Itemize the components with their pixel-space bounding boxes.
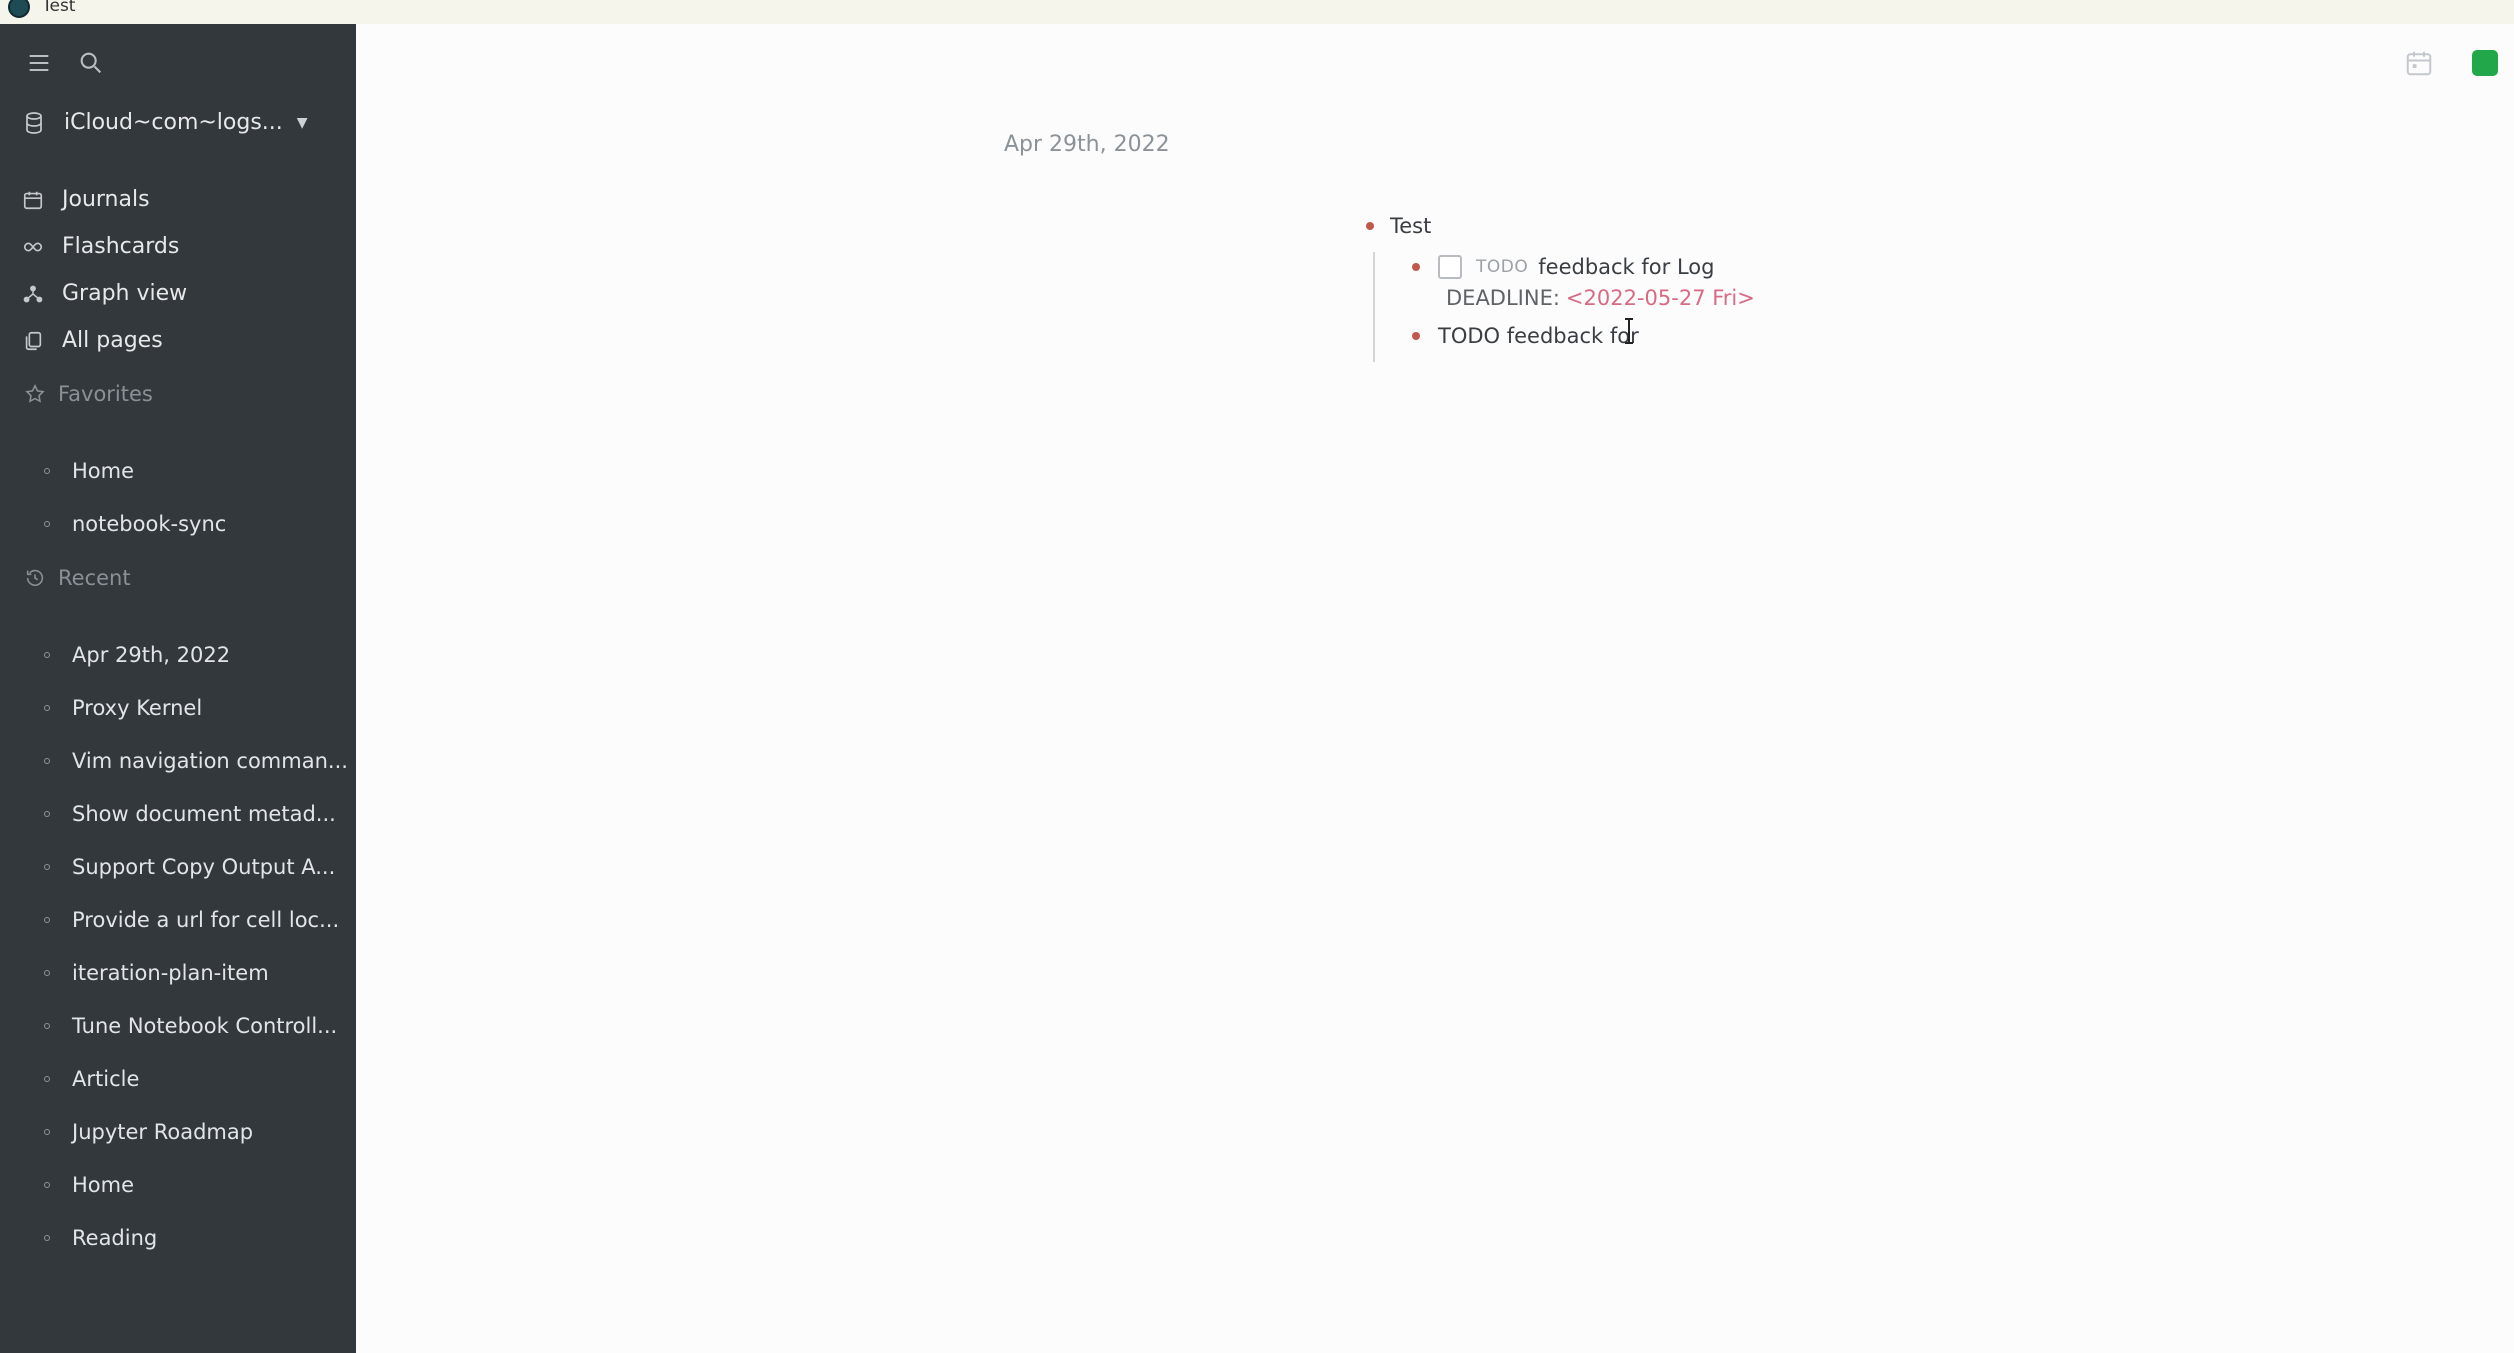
recent-label: Jupyter Roadmap	[72, 1119, 254, 1144]
recent-item[interactable]: Tune Notebook Controll...	[44, 999, 344, 1052]
todo-marker: TODO	[1476, 257, 1529, 277]
deadline-label: DEADLINE:	[1446, 286, 1560, 310]
deadline-line: DEADLINE: <2022-05-27 Fri>	[1446, 286, 1755, 310]
bullet-dot	[44, 810, 50, 817]
bullet-dot	[44, 651, 50, 658]
bullet-dot	[44, 969, 50, 976]
infinity-icon	[23, 242, 43, 251]
bullet-dot	[44, 916, 50, 923]
text-cursor-icon	[1625, 318, 1633, 344]
calendar-icon	[23, 191, 43, 209]
recent-title: Recent	[58, 566, 131, 590]
recent-label: Provide a url for cell loc...	[72, 907, 340, 932]
favorites-header[interactable]: Favorites	[24, 382, 153, 406]
recent-item[interactable]: Support Copy Output A...	[44, 840, 344, 893]
block-children-guide	[1373, 252, 1375, 362]
bullet-dot	[44, 704, 50, 711]
window-title: Test	[42, 0, 76, 16]
pages-icon	[25, 331, 42, 350]
block-text: feedback for Log	[1538, 255, 1715, 279]
recent-item[interactable]: Article	[44, 1052, 344, 1105]
recent-item[interactable]: Provide a url for cell loc...	[44, 893, 344, 946]
sidebar-nav: Journals Flashcards Graph view All pages	[22, 176, 342, 364]
recent-label: Vim navigation comman...	[72, 748, 348, 773]
recent-item[interactable]: Reading	[44, 1211, 344, 1264]
sidebar-item-flashcards[interactable]: Flashcards	[22, 223, 342, 270]
block-editing[interactable]: TODO feedback for	[1412, 324, 1639, 348]
top-right-toolbar	[2404, 48, 2514, 78]
recent-label: iteration-plan-item	[72, 960, 269, 985]
recent-label: Tune Notebook Controll...	[72, 1013, 338, 1038]
sidebar-item-label: Graph view	[62, 281, 188, 306]
recent-item[interactable]: Home	[44, 1158, 344, 1211]
bullet-dot	[44, 757, 50, 764]
bullet-dot	[44, 467, 50, 474]
repo-selector[interactable]: iCloud~com~logs... ▼	[22, 110, 308, 135]
database-icon	[26, 111, 42, 134]
main-content: Apr 29th, 2022 Test TODO feedback for Lo…	[356, 24, 2514, 1353]
recent-item[interactable]: Vim navigation comman...	[44, 734, 348, 787]
bullet-dot	[44, 1075, 50, 1082]
block-bullet[interactable]	[1412, 332, 1420, 340]
recent-item[interactable]: Show document metad...	[44, 787, 344, 840]
recent-item[interactable]: Apr 29th, 2022	[44, 628, 344, 681]
recent-label: Proxy Kernel	[72, 695, 203, 720]
recent-item[interactable]: iteration-plan-item	[44, 946, 344, 999]
sidebar-item-journals[interactable]: Journals	[22, 176, 342, 223]
bullet-dot	[44, 863, 50, 870]
sidebar-item-graph-view[interactable]: Graph view	[22, 270, 342, 317]
graph-icon	[23, 285, 43, 302]
recent-label: Apr 29th, 2022	[72, 642, 231, 667]
window-titlebar: Test	[0, 0, 2514, 24]
star-icon	[25, 383, 45, 403]
deadline-date[interactable]: <2022-05-27 Fri>	[1566, 286, 1755, 310]
repo-name: iCloud~com~logs...	[64, 110, 283, 135]
sidebar-item-label: Journals	[62, 187, 150, 212]
bullet-dot	[44, 520, 50, 527]
page-title[interactable]: Apr 29th, 2022	[1004, 132, 1170, 157]
calendar-icon[interactable]	[2404, 48, 2434, 78]
block-todo[interactable]: TODO feedback for Log	[1412, 255, 1714, 279]
bullet-dot	[44, 1181, 50, 1188]
block-bullet[interactable]	[1366, 222, 1374, 230]
history-icon	[26, 569, 44, 587]
app-logo-icon	[8, 0, 30, 18]
todo-checkbox[interactable]	[1438, 255, 1462, 279]
search-icon[interactable]	[76, 48, 106, 78]
recent-label: Home	[72, 1172, 135, 1197]
sync-status-indicator[interactable]	[2472, 50, 2498, 76]
sidebar-item-label: Flashcards	[62, 234, 180, 259]
sidebar-item-label: All pages	[62, 328, 163, 353]
recent-label: Reading	[72, 1225, 158, 1250]
favorite-label: Home	[72, 458, 135, 483]
favorite-label: notebook-sync	[72, 511, 227, 536]
left-sidebar: iCloud~com~logs... ▼ Journals Flashcards…	[0, 24, 356, 1353]
bullet-dot	[44, 1022, 50, 1029]
block-text: Test	[1390, 214, 1432, 238]
favorite-item[interactable]: notebook-sync	[44, 497, 344, 550]
recent-item[interactable]: Proxy Kernel	[44, 681, 344, 734]
recent-item[interactable]: Jupyter Roadmap	[44, 1105, 344, 1158]
block-parent[interactable]: Test	[1366, 214, 1431, 238]
menu-icon[interactable]	[24, 48, 54, 78]
favorite-item[interactable]: Home	[44, 444, 344, 497]
recent-list: Apr 29th, 2022 Proxy Kernel Vim navigati…	[44, 628, 348, 1264]
bullet-dot	[44, 1234, 50, 1241]
bullet-dot	[44, 1128, 50, 1135]
chevron-down-icon: ▼	[296, 114, 308, 131]
recent-label: Article	[72, 1066, 140, 1091]
block-bullet[interactable]	[1412, 263, 1420, 271]
sidebar-item-all-pages[interactable]: All pages	[22, 317, 342, 364]
recent-label: Show document metad...	[72, 801, 336, 826]
favorites-list: Home notebook-sync	[44, 444, 344, 550]
block-editor-text[interactable]: TODO feedback for	[1438, 324, 1639, 348]
recent-header[interactable]: Recent	[24, 566, 131, 590]
recent-label: Support Copy Output A...	[72, 854, 336, 879]
favorites-title: Favorites	[58, 382, 153, 406]
